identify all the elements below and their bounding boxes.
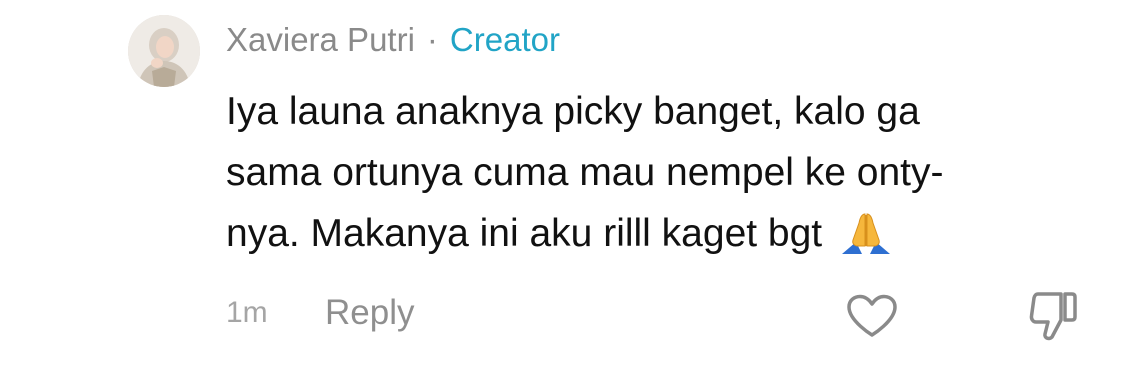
avatar[interactable] xyxy=(128,15,200,87)
comment-item: Xaviera Putri · Creator Iya launa anakny… xyxy=(0,0,1130,369)
separator-dot: · xyxy=(426,21,438,58)
reply-button[interactable]: Reply xyxy=(325,293,414,333)
creator-badge: Creator xyxy=(449,21,560,58)
comment-text-line-last: nya. Makanya ini aku rilll kaget bgt xyxy=(226,203,1106,274)
comment-text: Iya launa anaknya picky banget, kalo ga … xyxy=(226,81,1106,274)
heart-outline-icon[interactable] xyxy=(846,294,898,338)
comment-text-line: nya. Makanya ini aku rilll kaget bgt xyxy=(226,212,823,255)
thumbs-down-outline-icon[interactable] xyxy=(1028,290,1078,342)
comment-text-line: Iya launa anaknya picky banget, kalo ga xyxy=(226,90,920,133)
folded-hands-icon xyxy=(840,210,892,274)
author-name[interactable]: Xaviera Putri xyxy=(226,21,415,59)
comment-timestamp: 1m xyxy=(226,296,268,329)
comment-header: Xaviera Putri · Creator xyxy=(226,20,560,60)
comment-text-line: sama ortunya cuma mau nempel ke onty- xyxy=(226,151,944,194)
avatar-image xyxy=(128,15,200,87)
